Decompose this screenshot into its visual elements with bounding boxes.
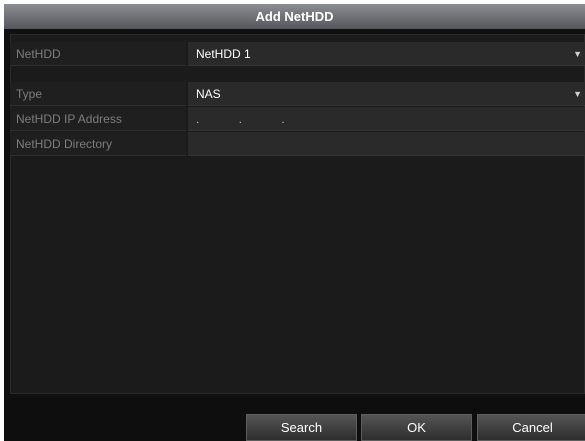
ip-address-value: . . . <box>196 112 303 126</box>
nethdd-row: NetHDD NetHDD 1 ▼ <box>10 42 585 66</box>
nethdd-label: NetHDD <box>10 42 186 66</box>
search-button[interactable]: Search <box>246 414 357 441</box>
directory-row: NetHDD Directory <box>10 132 585 156</box>
type-row: Type NAS ▼ <box>10 82 585 106</box>
ok-button[interactable]: OK <box>361 414 472 441</box>
ip-address-row: NetHDD IP Address . . . <box>10 107 585 131</box>
dialog-title: Add NetHDD <box>4 4 585 29</box>
directory-label: NetHDD Directory <box>10 132 186 156</box>
chevron-down-icon[interactable]: ▼ <box>573 42 582 66</box>
cancel-button[interactable]: Cancel <box>477 414 585 441</box>
directory-input[interactable] <box>188 132 585 156</box>
type-select[interactable]: NAS ▼ <box>188 82 585 106</box>
ip-address-label: NetHDD IP Address <box>10 107 186 131</box>
ip-address-input[interactable]: . . . <box>188 107 585 131</box>
nethdd-select-value: NetHDD 1 <box>196 47 251 61</box>
type-label: Type <box>10 82 186 106</box>
nethdd-select[interactable]: NetHDD 1 ▼ <box>188 42 585 66</box>
chevron-down-icon[interactable]: ▼ <box>573 82 582 106</box>
add-nethdd-dialog: Add NetHDD NetHDD NetHDD 1 ▼ Type NAS ▼ … <box>4 4 585 441</box>
type-select-value: NAS <box>196 87 221 101</box>
dialog-footer: Search OK Cancel <box>4 398 585 441</box>
